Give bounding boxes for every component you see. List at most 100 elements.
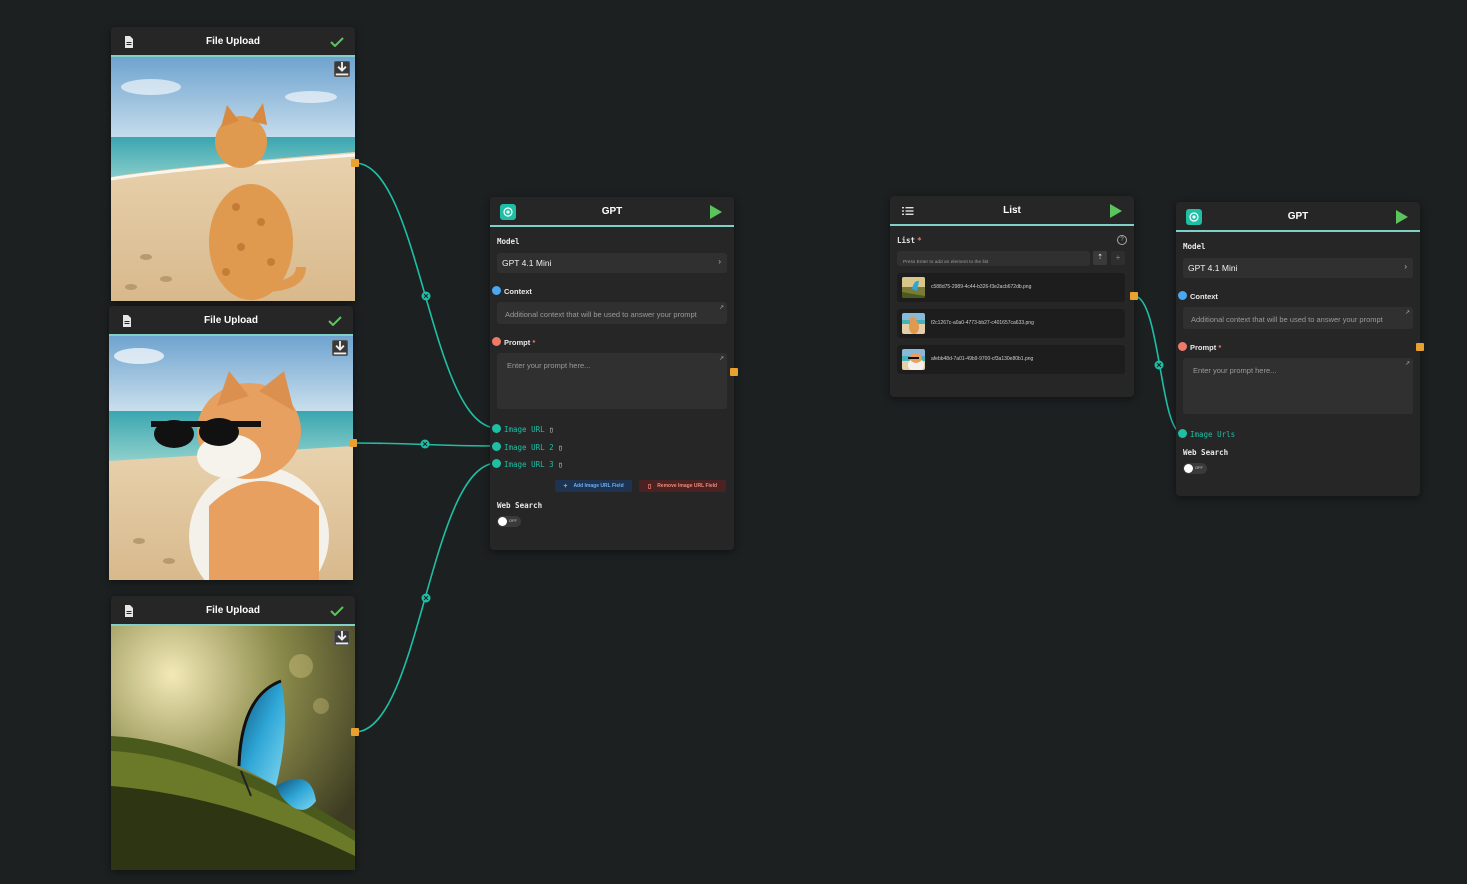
node-title: GPT (1287, 210, 1309, 222)
node-title: File Upload (204, 314, 258, 326)
edge-delete-icon[interactable] (1154, 360, 1164, 370)
file-icon: ▯ (549, 425, 554, 434)
item-thumbnail (902, 277, 925, 298)
edge-upload1-to-image-url[interactable] (354, 162, 498, 429)
model-select[interactable]: GPT 4.1 Mini › (497, 253, 727, 273)
node-header[interactable]: List (890, 196, 1134, 226)
context-input[interactable]: Additional context that will be used to … (497, 302, 727, 324)
toggle-state: OFF (509, 518, 517, 523)
file-icon (121, 34, 137, 50)
expand-icon[interactable]: ↗ (1405, 360, 1410, 367)
expand-icon[interactable]: ↗ (1405, 309, 1410, 316)
prompt-label: Prompt * (504, 338, 536, 347)
context-input[interactable]: Additional context that will be used to … (1183, 307, 1413, 329)
download-icon[interactable] (334, 630, 350, 646)
upload-icon[interactable]: ⇡ (1093, 251, 1107, 265)
plus-icon: + (563, 482, 568, 490)
context-label: Context (1190, 292, 1218, 301)
node-header[interactable]: GPT (490, 197, 734, 227)
image-url-handle[interactable] (492, 424, 501, 433)
image-url-3-handle[interactable] (492, 459, 501, 468)
play-icon[interactable] (1108, 203, 1124, 219)
toggle-knob (1184, 464, 1193, 473)
node-title: File Upload (206, 35, 260, 47)
add-image-url-button[interactable]: + Add Image URL Field (555, 480, 632, 492)
expand-icon[interactable]: ↗ (719, 304, 724, 311)
uploaded-image (111, 626, 355, 870)
file-icon: ▯ (558, 460, 563, 469)
download-icon[interactable] (332, 340, 348, 356)
model-label: Model (1183, 242, 1206, 251)
prompt-textarea[interactable]: Enter your prompt here... ↗ (497, 353, 727, 409)
item-filename: c588d75-2989-4c44-b326-f3e2acb672db.png (931, 284, 1032, 290)
file-upload-node[interactable]: File Upload (111, 27, 355, 301)
output-handle[interactable] (349, 439, 357, 447)
required-marker: * (917, 236, 922, 245)
edge-list-to-image-urls[interactable] (1133, 295, 1183, 434)
output-handle[interactable] (1130, 292, 1138, 300)
edge-upload2-to-image-url-2[interactable] (352, 442, 498, 447)
item-thumbnail (902, 313, 925, 334)
web-search-label: Web Search (1183, 448, 1229, 457)
list-item[interactable]: f2c1267c-a0a0-4773-bb27-c401657ca633.png (897, 309, 1125, 338)
play-icon[interactable] (1394, 209, 1410, 225)
help-icon[interactable]: ? (1117, 235, 1127, 245)
expand-icon[interactable]: ↗ (719, 355, 724, 362)
list-label: List * (897, 236, 922, 245)
chevron-right-icon: › (1404, 262, 1407, 271)
web-search-label: Web Search (497, 501, 543, 510)
list-node[interactable]: List List * ? Press Enter to add an eleme… (890, 196, 1134, 397)
node-header[interactable]: GPT (1176, 202, 1420, 232)
output-handle[interactable] (730, 368, 738, 376)
openai-icon (1186, 209, 1202, 225)
list-input[interactable]: Press Enter to add an element to the lis… (897, 251, 1090, 266)
model-value: GPT 4.1 Mini (1188, 263, 1238, 273)
prompt-input-handle[interactable] (1178, 342, 1187, 351)
gpt-node[interactable]: GPT Model GPT 4.1 Mini › Context Additio… (1176, 202, 1420, 496)
add-icon[interactable]: + (1111, 251, 1125, 265)
node-header[interactable]: File Upload (109, 306, 353, 336)
file-icon: ▯ (558, 443, 563, 452)
file-upload-node[interactable]: File Upload (109, 306, 353, 580)
play-icon[interactable] (708, 204, 724, 220)
image-urls-handle[interactable] (1178, 429, 1187, 438)
item-thumbnail (902, 349, 925, 370)
list-input-placeholder: Press Enter to add an element to the lis… (903, 260, 989, 265)
prompt-input-handle[interactable] (492, 337, 501, 346)
list-icon (900, 203, 916, 219)
check-icon (327, 313, 343, 329)
prompt-placeholder: Enter your prompt here... (1193, 366, 1277, 375)
image-url-3-label: Image URL 3 ▯ (504, 460, 563, 469)
chevron-right-icon: › (718, 257, 721, 266)
list-item[interactable]: c588d75-2989-4c44-b326-f3e2acb672db.png (897, 273, 1125, 302)
context-label: Context (504, 287, 532, 296)
download-icon[interactable] (334, 61, 350, 77)
image-url-2-label: Image URL 2 ▯ (504, 443, 563, 452)
prompt-textarea[interactable]: Enter your prompt here... ↗ (1183, 358, 1413, 414)
edge-delete-icon[interactable] (421, 291, 431, 301)
item-filename: f2c1267c-a0a0-4773-bb27-c401657ca633.png (931, 320, 1034, 326)
web-search-toggle[interactable]: OFF (1183, 463, 1207, 474)
edge-delete-icon[interactable] (421, 593, 431, 603)
edge-upload3-to-image-url-3[interactable] (354, 462, 498, 733)
model-select[interactable]: GPT 4.1 Mini › (1183, 258, 1413, 278)
image-url-2-handle[interactable] (492, 442, 501, 451)
remove-image-url-button[interactable]: ▯ Remove Image URL Field (639, 480, 726, 492)
edge-delete-icon[interactable] (420, 439, 430, 449)
output-handle[interactable] (1416, 343, 1424, 351)
list-item[interactable]: afebb48d-7a01-49b9-9700-cf3a130e80b1.png (897, 345, 1125, 374)
required-marker: * (532, 338, 536, 347)
context-input-handle[interactable] (1178, 291, 1187, 300)
context-input-handle[interactable] (492, 286, 501, 295)
output-handle[interactable] (351, 728, 359, 736)
gpt-node[interactable]: GPT Model GPT 4.1 Mini › Context Additio… (490, 197, 734, 550)
file-upload-node[interactable]: File Upload (111, 596, 355, 870)
model-label: Model (497, 237, 520, 246)
node-header[interactable]: File Upload (111, 27, 355, 57)
image-url-label: Image URL ▯ (504, 425, 554, 434)
node-header[interactable]: File Upload (111, 596, 355, 626)
node-title: File Upload (206, 604, 260, 616)
node-title: List (1003, 204, 1021, 216)
output-handle[interactable] (351, 159, 359, 167)
web-search-toggle[interactable]: OFF (497, 516, 521, 527)
